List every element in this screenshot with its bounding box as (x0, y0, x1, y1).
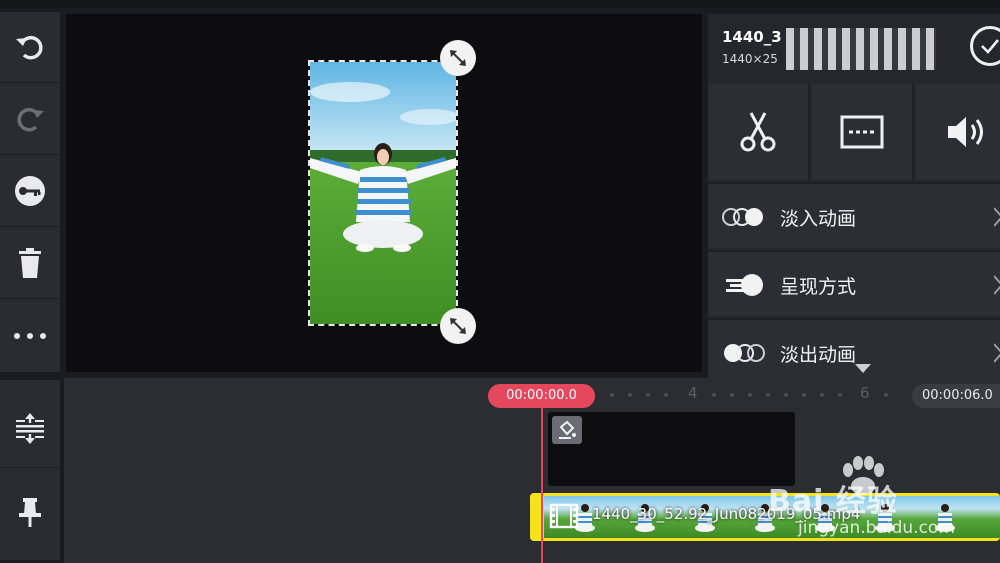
ruler-dot (802, 393, 806, 397)
subtitle-button[interactable] (812, 84, 914, 180)
overlay-layer-clip[interactable] (548, 412, 795, 486)
ruler-dot (712, 393, 716, 397)
ruler-dot (748, 393, 752, 397)
panel-header: 1440_3 1440×25 (708, 14, 1000, 82)
clip-resolution: 1440×25 (722, 52, 778, 66)
undo-icon (16, 35, 43, 60)
rotate-arrows-icon (450, 50, 466, 66)
presentation-label: 呈现方式 (780, 276, 857, 298)
ruler-dot (664, 393, 668, 397)
marker-triangle-icon (855, 364, 871, 373)
ruler-dot (766, 393, 770, 397)
panel-tools (708, 84, 1000, 180)
watermark-text: Bai 经验 (768, 484, 898, 519)
blurred-overlay (786, 28, 936, 70)
ruler-dot (784, 393, 788, 397)
fade-in-option[interactable]: 淡入动画 (708, 182, 1000, 248)
expand-tracks-icon (16, 412, 44, 444)
watermark-url: jingyan.baidu.com (798, 518, 955, 538)
check-icon (981, 39, 999, 54)
top-bar (0, 0, 1000, 8)
ruler-dot (610, 393, 614, 397)
playhead[interactable] (541, 405, 543, 563)
resize-handle[interactable] (440, 308, 476, 344)
scissors-icon (740, 112, 776, 152)
layer-type-badge (552, 416, 582, 444)
undo-button[interactable] (0, 12, 60, 83)
redo-icon (17, 107, 44, 132)
presentation-icon (726, 274, 763, 296)
duration-badge: 00:00:06.0 (912, 384, 1000, 408)
trash-icon (19, 248, 41, 278)
more-button[interactable] (0, 300, 60, 371)
delete-button[interactable] (0, 228, 60, 299)
presentation-option[interactable]: 呈现方式 (708, 250, 1000, 316)
ruler-dot (730, 393, 734, 397)
ruler-dot (820, 393, 824, 397)
pin-button[interactable] (0, 472, 60, 552)
confirm-button[interactable] (970, 26, 1000, 66)
photo-image (310, 62, 456, 324)
rotate-handle[interactable] (440, 40, 476, 76)
tick-label: 6 (860, 384, 870, 402)
tick-label: 4 (688, 384, 698, 402)
film-clip-icon (549, 503, 579, 529)
ruler-dot (884, 393, 888, 397)
volume-button[interactable] (916, 84, 1000, 180)
key-icon (15, 176, 45, 206)
preview-photo[interactable] (308, 60, 458, 326)
fade-out-icon (724, 344, 765, 362)
more-icon (14, 332, 46, 339)
fade-in-label: 淡入动画 (780, 208, 857, 230)
track-height-button[interactable] (0, 388, 60, 468)
paint-bucket-icon (559, 420, 576, 439)
ruler-dot (838, 393, 842, 397)
fade-out-label: 淡出动画 (780, 344, 857, 366)
fade-out-option[interactable]: 淡出动画 (708, 318, 1000, 384)
chevron-right-icon (994, 343, 1000, 363)
chevron-right-icon (994, 207, 1000, 227)
clip-title: 1440_3 (722, 28, 782, 46)
chevron-right-icon (994, 275, 1000, 295)
trim-button[interactable] (708, 84, 810, 180)
keyframe-button[interactable] (0, 156, 60, 227)
volume-icon (948, 117, 983, 147)
fade-in-icon (722, 208, 763, 226)
clip-settings-panel: 1440_3 1440×25 淡入动画 呈现方式 淡出动画 (708, 14, 1000, 384)
left-toolbar (0, 12, 60, 372)
timeline-toolbar (0, 380, 60, 560)
subtitle-icon (840, 115, 884, 149)
ruler-dot (646, 393, 650, 397)
pin-icon (19, 498, 41, 527)
watermark: Bai 经验 jingyan.baidu.com (768, 456, 1000, 542)
resize-arrows-icon (450, 318, 466, 334)
redo-button[interactable] (0, 84, 60, 155)
ruler-dot (628, 393, 632, 397)
